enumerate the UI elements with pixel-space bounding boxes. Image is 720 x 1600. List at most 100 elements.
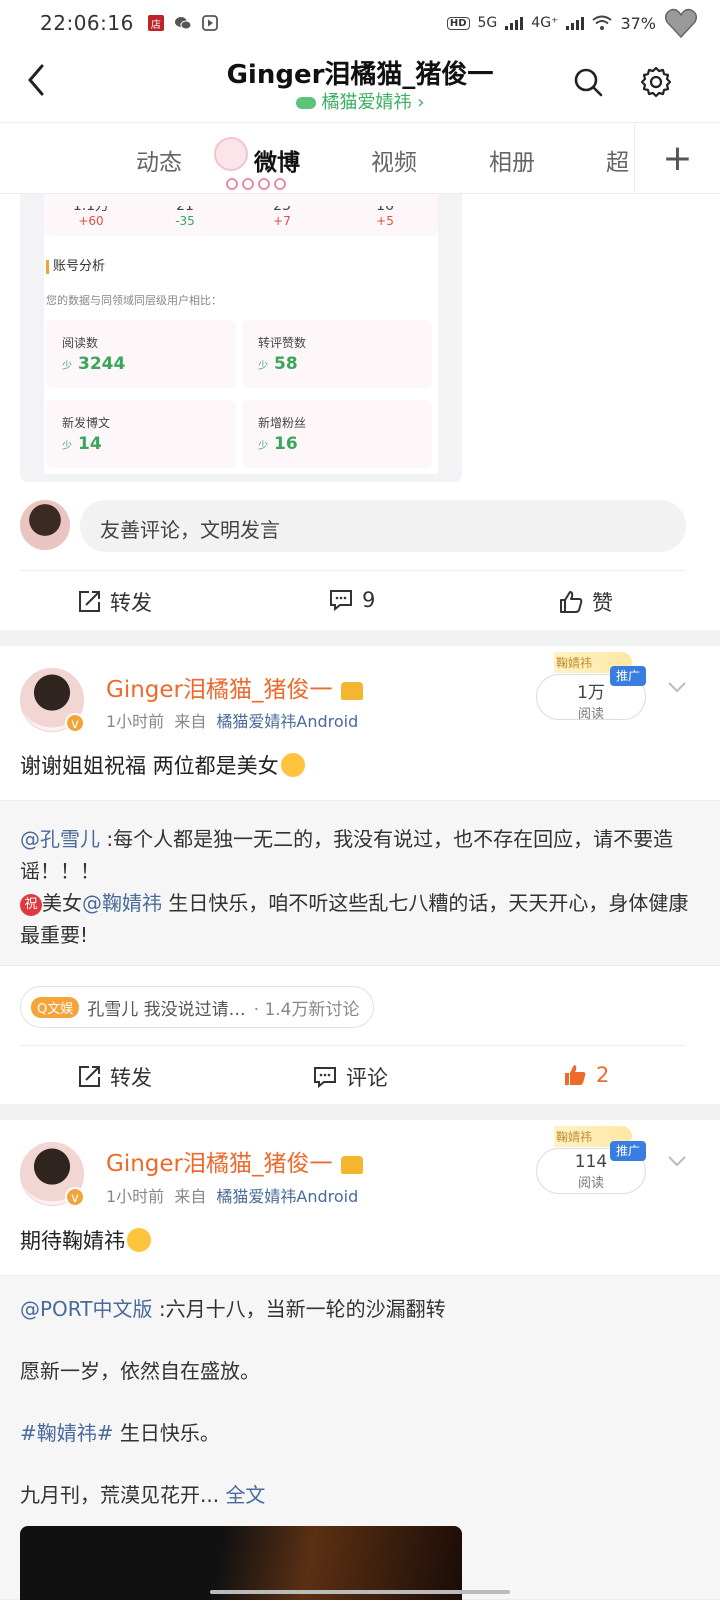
metric-label: 新增粉丝 (258, 416, 307, 430)
shop-icon: 店 (147, 15, 164, 31)
wish-icon: 祝 (20, 894, 42, 916)
tab-dynamic[interactable]: 动态 (136, 143, 182, 177)
full-text-link[interactable]: 全文 (225, 1483, 265, 1507)
hashtag-link[interactable]: #鞠婧祎# (20, 1421, 114, 1445)
metric-label: 转评赞数 (258, 336, 307, 350)
post-source[interactable]: 橘猫爱婧祎Android (216, 712, 358, 731)
status-bar: 22:06:16 店 HD 5G 4G⁺ 37% (0, 0, 720, 46)
home-indicator[interactable] (210, 1590, 510, 1594)
profile-group-link[interactable]: 橘猫爱婧祎 › (0, 88, 720, 114)
top-stats-row: 1.1万 +60 21 -35 23 +7 16 +5 (44, 194, 438, 236)
metric-card-reads: 阅读数 少 3244 (46, 320, 236, 388)
stat-value: 21 (140, 206, 230, 212)
like-button[interactable]: 赞 (558, 587, 613, 617)
promote-tag[interactable]: 推广 (610, 1141, 646, 1161)
search-icon[interactable] (572, 66, 604, 98)
repost-text: 美女 (42, 891, 82, 915)
wifi-icon (592, 15, 613, 30)
repost-button[interactable]: 转发 (76, 1062, 152, 1092)
metric-label: 阅读数 (62, 336, 99, 350)
post-source[interactable]: 橘猫爱婧祎Android (216, 1187, 358, 1206)
like-count: 2 (596, 1063, 610, 1087)
battery-level: 37% (620, 13, 656, 33)
verified-badge-icon: v (65, 713, 85, 733)
post-author[interactable]: Ginger泪橘猫_猪俊一 (106, 1144, 363, 1178)
post-separator (0, 630, 720, 646)
repost-text: :六月十八，当新一轮的沙漏翻转 (152, 1297, 446, 1321)
mention-link[interactable]: @PORT中文版 (20, 1297, 152, 1321)
post-avatar[interactable]: v (20, 668, 85, 733)
gear-icon[interactable] (640, 66, 672, 98)
post-text: 期待鞠婧祎 (20, 1225, 151, 1255)
post-author[interactable]: Ginger泪橘猫_猪俊一 (106, 670, 363, 704)
trend-icon: 少 (258, 441, 268, 452)
comment-label: 评论 (346, 1066, 388, 1090)
repost-icon (79, 1066, 100, 1087)
hot-topic-chip[interactable]: Q文娱 孔雪儿 我没说过请… · 1.4万新讨论 (20, 986, 375, 1028)
profile-name: Ginger泪橘猫_猪俊一 (226, 60, 494, 90)
add-tab-button[interactable]: + (634, 123, 720, 193)
net-5g-label: 5G (477, 15, 498, 31)
metric-value: 14 (78, 434, 102, 454)
like-label: 赞 (592, 591, 613, 615)
like-button[interactable]: 2 (562, 1062, 609, 1088)
repost-button[interactable]: 转发 (76, 587, 152, 617)
metric-label: 新发博文 (62, 416, 111, 430)
chevron-down-icon[interactable] (666, 676, 688, 698)
repost-content[interactable]: @孔雪儿 :每个人都是独一无二的，我没有说过，也不存在回应，请不要造谣！！！ 祝… (0, 800, 720, 966)
comment-button[interactable]: 评论 (312, 1062, 388, 1092)
hot-topic-title: 孔雪儿 我没说过请… (87, 999, 246, 1020)
comment-button[interactable]: 9 (328, 587, 375, 613)
avatar[interactable] (20, 500, 70, 550)
mention-link[interactable]: @鞠婧祎 (82, 891, 162, 915)
repost-text: 愿新一岁，依然自在盛放。 (20, 1359, 260, 1383)
post-avatar[interactable]: v (20, 1142, 85, 1207)
emoji-icon (127, 1228, 151, 1252)
cloud-icon (295, 97, 316, 109)
comment-icon (330, 590, 352, 612)
hot-topic-count: · 1.4万新讨论 (253, 999, 360, 1020)
promote-tag[interactable]: 推广 (610, 666, 646, 686)
post-time: 1小时前 (106, 1187, 165, 1206)
signal-icon (505, 16, 524, 30)
post-text: 谢谢姐姐祝福 两位都是美女 (20, 750, 305, 780)
emoji-icon (280, 753, 305, 777)
repost-text: :每个人都是独一无二的，我没有说过，也不存在回应，请不要造谣！！！ (20, 827, 674, 883)
signal-icon-2 (566, 16, 585, 30)
post-meta: 1小时前 来自 橘猫爱婧祎Android (106, 1183, 358, 1207)
thumbs-up-icon (560, 591, 583, 613)
verified-badge-icon: v (65, 1187, 85, 1207)
hd-badge: HD (446, 16, 470, 30)
repost-text: 生日快乐。 (113, 1421, 220, 1445)
mention-link[interactable]: @孔雪儿 (20, 827, 100, 851)
comment-input[interactable]: 友善评论，文明发言 (80, 500, 686, 552)
tab-album[interactable]: 相册 (489, 143, 535, 177)
read-label: 阅读 (577, 1176, 604, 1191)
read-label: 阅读 (577, 707, 604, 722)
post-meta: 1小时前 来自 橘猫爱婧祎Android (106, 708, 358, 732)
tab-super[interactable]: 超 (606, 143, 629, 177)
tab-video[interactable]: 视频 (371, 143, 417, 177)
crown-icon (340, 681, 363, 700)
stat-value: 1.1万 (46, 206, 136, 212)
comment-count: 9 (362, 588, 376, 612)
account-analysis-card: 1.1万 +60 21 -35 23 +7 16 +5 账号分析 您的数据与同领域同层级… (20, 194, 462, 482)
chevron-down-icon[interactable] (666, 1150, 688, 1172)
metric-value: 3244 (78, 354, 126, 374)
post-from: 来自 (174, 1187, 207, 1206)
trend-icon: 少 (62, 361, 72, 372)
metric-card-posts: 新发博文 少 14 (46, 400, 236, 468)
stat-delta: +60 (78, 214, 104, 228)
stat-delta: -35 (175, 214, 195, 228)
comment-icon (314, 1067, 336, 1089)
repost-icon (79, 591, 100, 612)
crown-icon (340, 1155, 363, 1174)
video-thumbnail[interactable] (20, 1526, 462, 1600)
profile-group-label: 橘猫爱婧祎 › (321, 92, 425, 113)
stat-value: 16 (340, 206, 430, 212)
thumbs-up-icon (565, 1065, 586, 1085)
post-actions: 转发 9 赞 (20, 570, 686, 630)
metric-value: 58 (274, 354, 298, 374)
tab-weibo[interactable]: 微博 (254, 143, 300, 177)
repost-text: 九月刊，荒漠见花开... (20, 1483, 226, 1507)
